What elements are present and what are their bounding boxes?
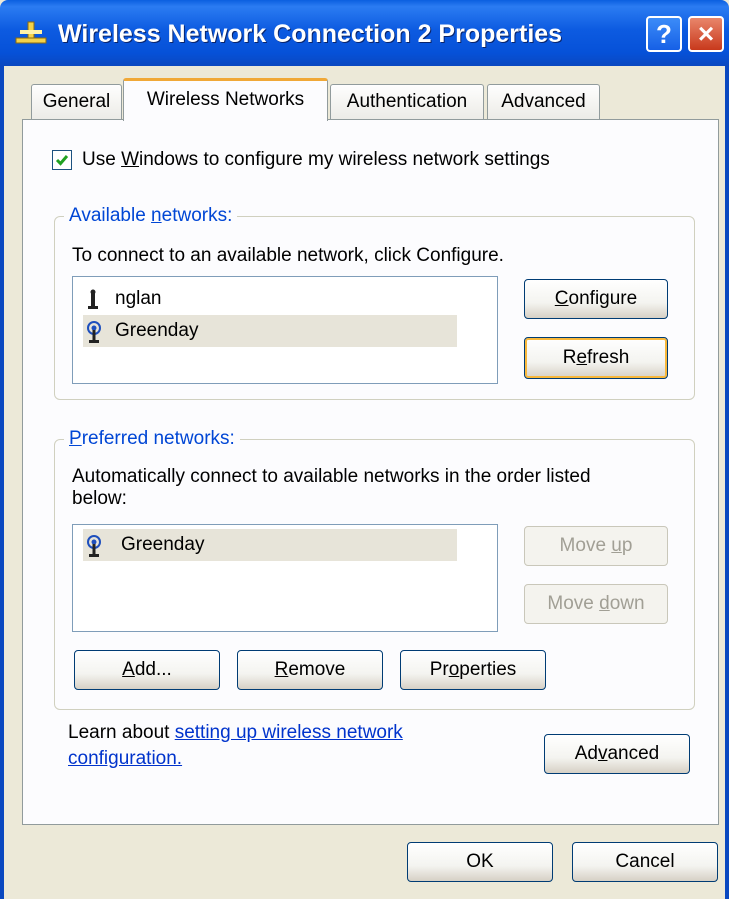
- refresh-button[interactable]: Refresh: [524, 337, 668, 379]
- tab-wireless-networks[interactable]: Wireless Networks: [123, 78, 328, 121]
- help-icon[interactable]: ?: [646, 16, 682, 52]
- network-name: Greenday: [115, 320, 199, 341]
- wireless-antenna-icon: [87, 535, 101, 557]
- add-button[interactable]: Add...: [74, 650, 220, 690]
- move-down-button[interactable]: Move down: [524, 584, 668, 624]
- use-windows-checkbox[interactable]: [52, 150, 72, 170]
- list-item[interactable]: Greenday: [83, 315, 457, 347]
- remove-button[interactable]: Remove: [237, 650, 383, 690]
- advanced-button[interactable]: Advanced: [544, 734, 690, 774]
- available-networks-title: Available networks:: [64, 204, 238, 228]
- available-networks-list[interactable]: nglan Greenday: [72, 276, 498, 384]
- properties-button[interactable]: Properties: [400, 650, 546, 690]
- wireless-antenna-icon: [87, 321, 101, 343]
- list-item[interactable]: nglan: [83, 283, 463, 315]
- learn-more-link-continued[interactable]: configuration.: [68, 748, 182, 769]
- network-connection-icon: [15, 21, 47, 44]
- preferred-networks-list[interactable]: Greenday: [72, 524, 498, 632]
- preferred-networks-title: Preferred networks:: [64, 427, 240, 451]
- window-border-right: [725, 66, 729, 899]
- available-networks-description: To connect to an available network, clic…: [72, 245, 504, 266]
- network-name: nglan: [115, 288, 162, 309]
- use-windows-label[interactable]: Use Windows to configure my wireless net…: [82, 146, 550, 174]
- window-border-left: [0, 66, 4, 899]
- preferred-networks-description: Automatically connect to available netwo…: [72, 466, 591, 509]
- configure-button[interactable]: Configure: [524, 279, 668, 319]
- ok-button[interactable]: OK: [407, 842, 553, 882]
- tab-general[interactable]: General: [31, 84, 122, 120]
- infrastructure-icon: [88, 289, 98, 309]
- list-item[interactable]: Greenday: [83, 529, 457, 561]
- learn-more-link[interactable]: setting up wireless network: [175, 722, 403, 743]
- tab-authentication[interactable]: Authentication: [330, 84, 484, 120]
- network-name: Greenday: [121, 534, 205, 555]
- window-title: Wireless Network Connection 2 Properties: [58, 20, 563, 48]
- cancel-button[interactable]: Cancel: [572, 842, 718, 882]
- move-up-button[interactable]: Move up: [524, 526, 668, 566]
- tab-advanced[interactable]: Advanced: [487, 84, 600, 120]
- close-icon[interactable]: ×: [688, 16, 724, 52]
- learn-about-text: Learn about setting up wireless network …: [68, 722, 403, 769]
- checkmark-icon: [55, 155, 69, 166]
